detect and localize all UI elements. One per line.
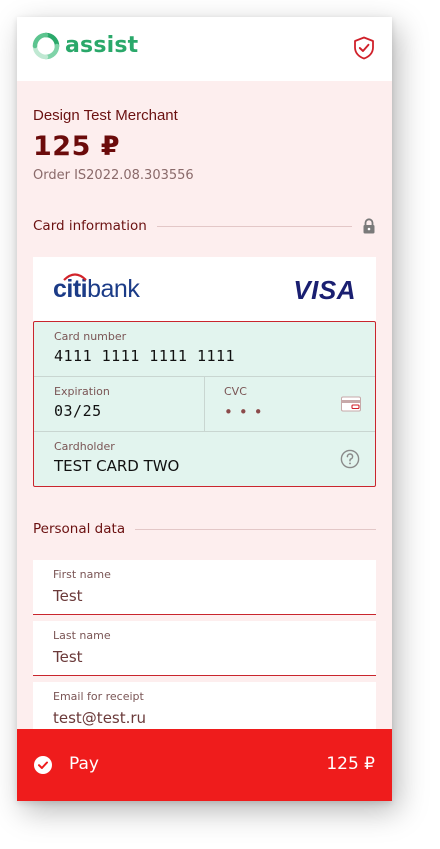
bank-name-rest: bank — [87, 275, 140, 303]
logo-text: assist — [65, 33, 139, 58]
cvc-label: CVC — [224, 385, 247, 398]
cvc-value[interactable]: ••• — [224, 403, 269, 421]
pay-label: Pay — [69, 754, 99, 774]
assist-logo-icon — [32, 32, 60, 60]
merchant-name: Design Test Merchant — [33, 107, 178, 124]
first-name-field[interactable]: First name Test — [33, 560, 376, 615]
email-label: Email for receipt — [53, 690, 144, 703]
cardholder-field[interactable]: Cardholder TEST CARD TWO — [34, 432, 375, 487]
card-number-field[interactable]: Card number 4111 1111 1111 1111 — [34, 322, 375, 377]
cvc-field[interactable]: CVC ••• — [204, 377, 375, 432]
cardholder-value[interactable]: TEST CARD TWO — [54, 457, 179, 475]
cardholder-label: Cardholder — [54, 440, 115, 453]
last-name-label: Last name — [53, 629, 111, 642]
pay-button[interactable]: Pay 125 ₽ — [17, 729, 392, 801]
section-divider — [156, 225, 352, 227]
last-name-field[interactable]: Last name Test — [33, 621, 376, 676]
card-brand-row: citibank VISA — [33, 257, 376, 321]
card-number-label: Card number — [54, 330, 127, 343]
order-number: Order IS2022.08.303556 — [33, 168, 194, 183]
expiration-label: Expiration — [54, 385, 110, 398]
email-value[interactable]: test@test.ru — [53, 709, 146, 727]
card-cvc-icon — [341, 396, 361, 412]
card-form: citibank VISA Card number 4111 1111 1111… — [33, 257, 376, 487]
citi-arc-icon — [63, 273, 87, 281]
personal-data-header: Personal data — [33, 519, 376, 539]
card-info-title: Card information — [33, 218, 147, 234]
header-bar: assist — [17, 17, 392, 81]
pay-amount: 125 ₽ — [326, 754, 375, 774]
card-fields: Card number 4111 1111 1111 1111 Expirati… — [33, 321, 376, 487]
first-name-value[interactable]: Test — [53, 587, 83, 605]
first-name-label: First name — [53, 568, 111, 581]
assist-logo: assist — [32, 32, 138, 60]
order-amount: 125 ₽ — [33, 131, 121, 162]
lock-icon — [363, 218, 375, 234]
card-network-logo: VISA — [293, 275, 356, 305]
question-circle-icon[interactable] — [340, 449, 360, 469]
personal-data-title: Personal data — [33, 521, 126, 537]
shield-check-icon — [354, 36, 374, 60]
check-circle-icon — [34, 756, 52, 774]
last-name-value[interactable]: Test — [53, 648, 83, 666]
expiry-cvc-row: Expiration 03/25 CVC ••• — [34, 377, 375, 432]
expiration-value[interactable]: 03/25 — [54, 402, 102, 420]
card-info-header: Card information — [33, 216, 376, 236]
section-divider — [135, 528, 376, 530]
expiration-field[interactable]: Expiration 03/25 — [34, 377, 204, 432]
payment-panel: assist Design Test Merchant 125 ₽ Order … — [17, 17, 392, 801]
card-number-value[interactable]: 4111 1111 1111 1111 — [54, 347, 235, 365]
